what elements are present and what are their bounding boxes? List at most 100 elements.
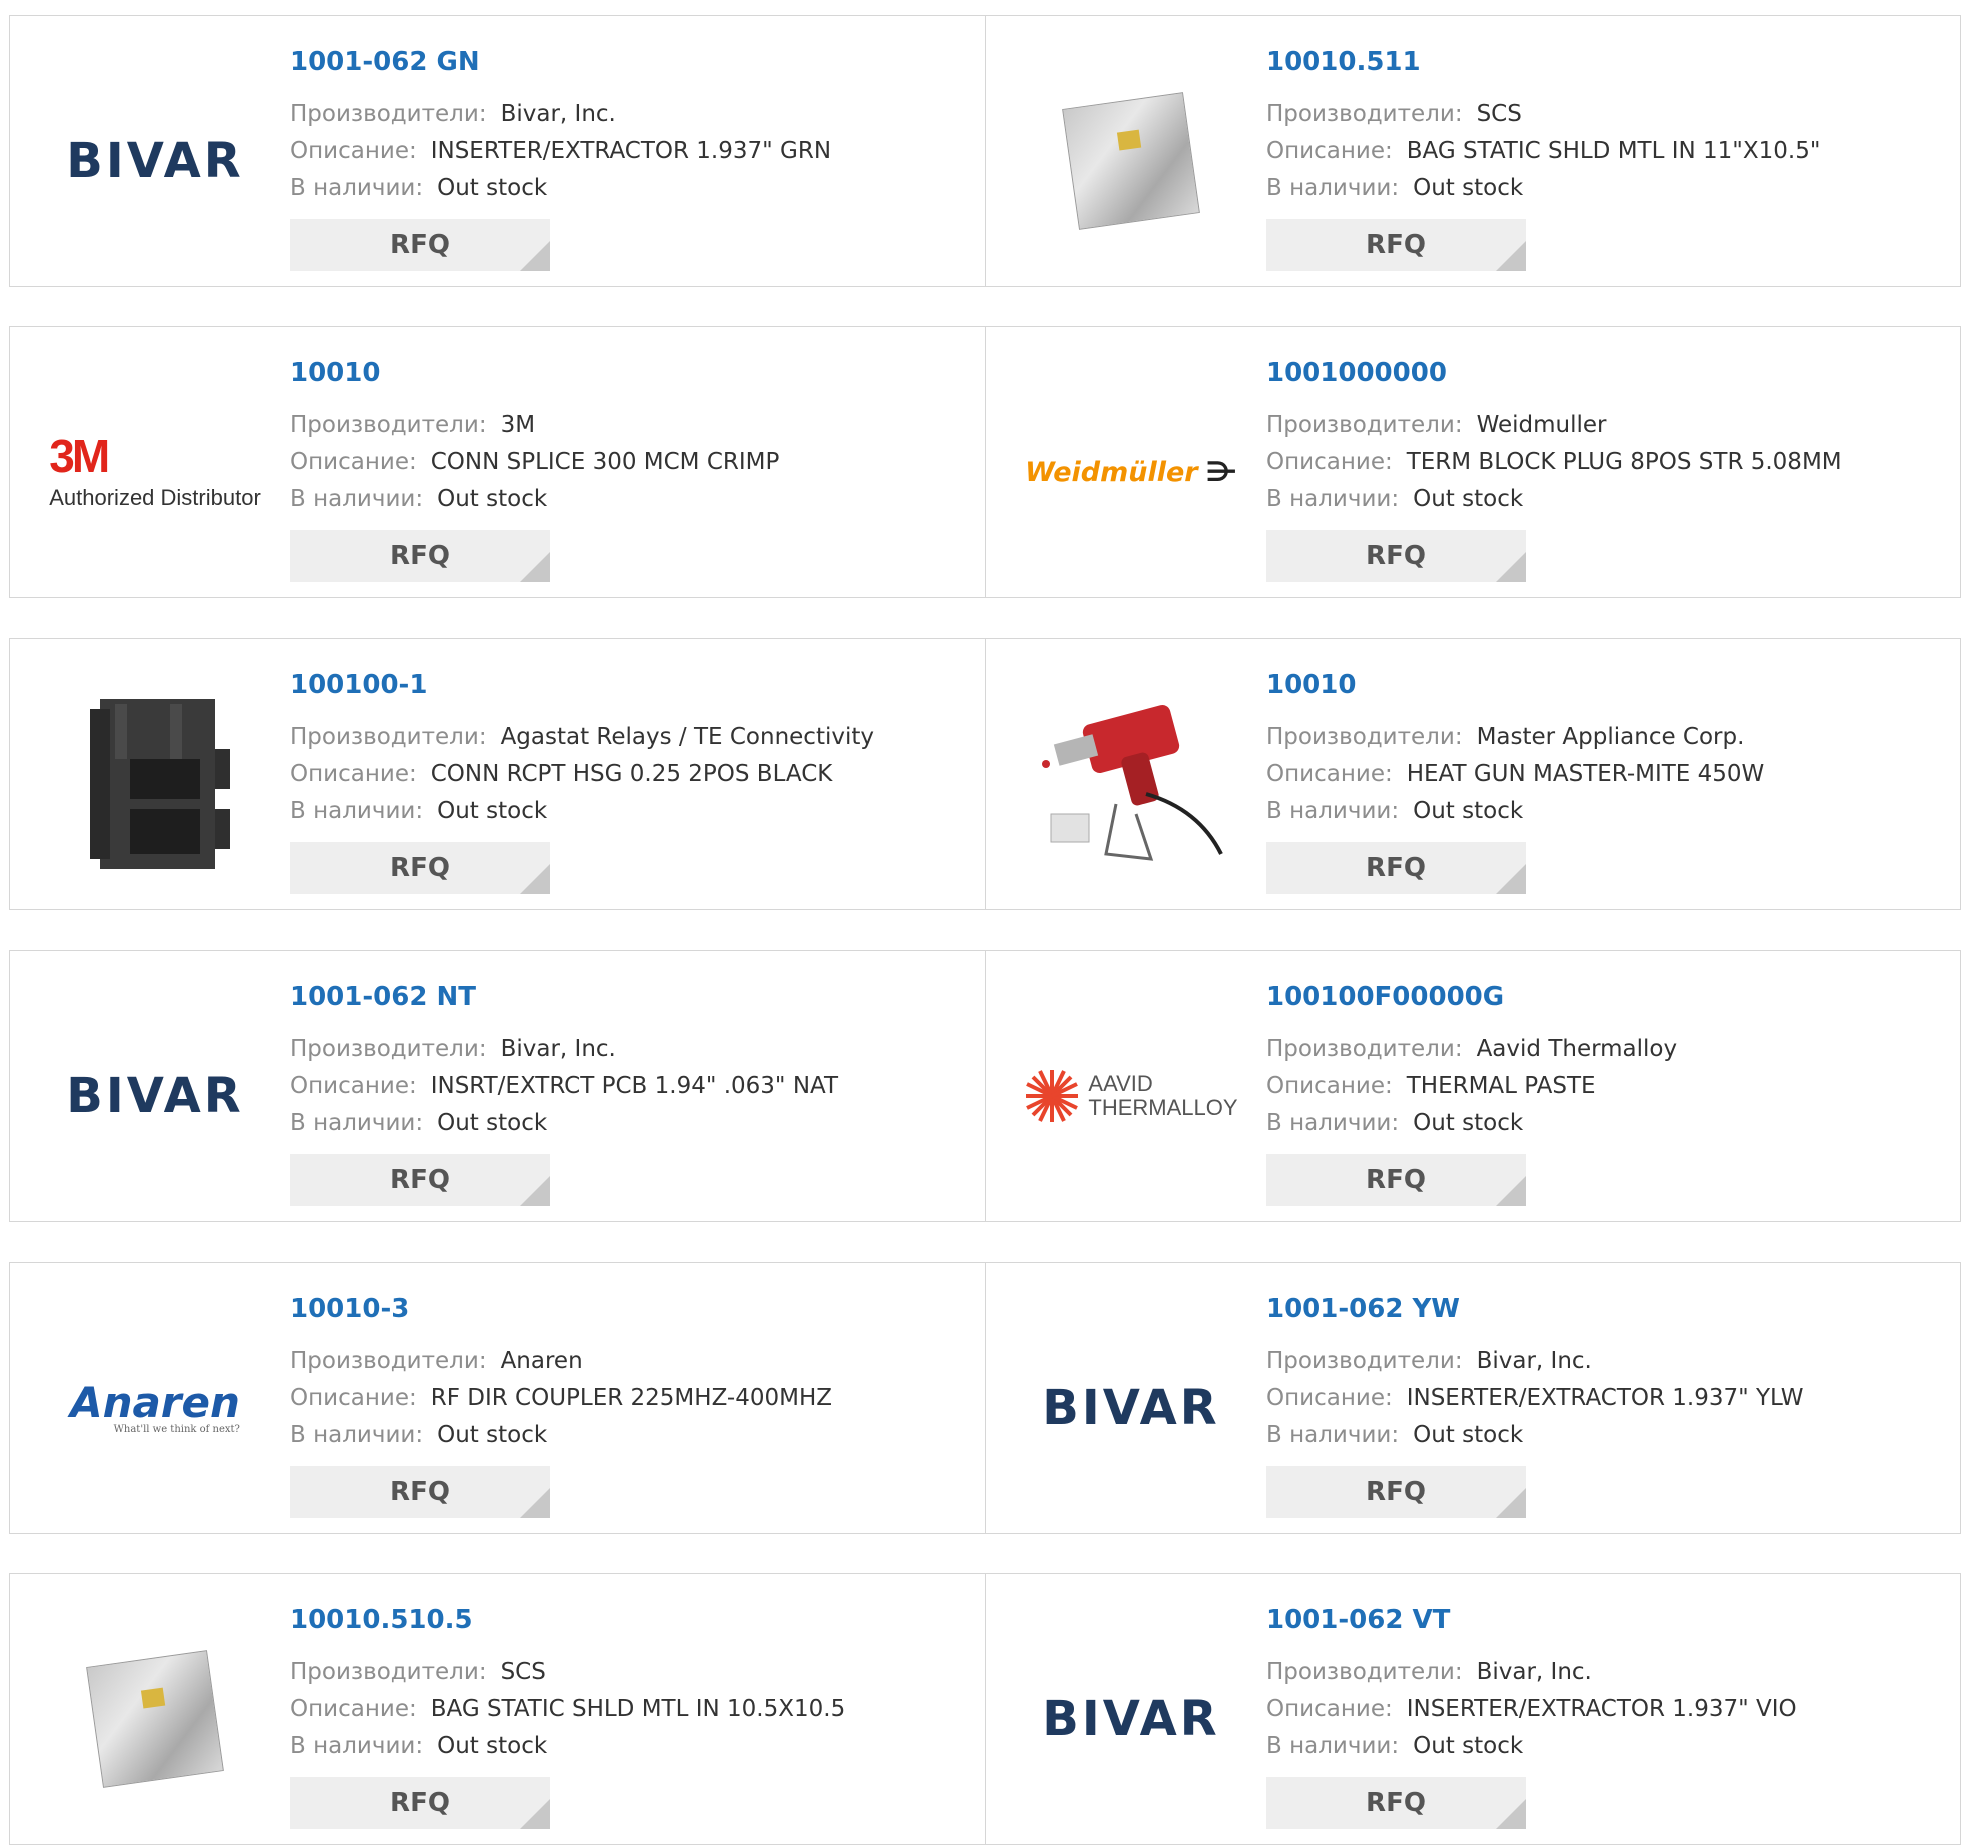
weidmuller-wordmark: Weidmüller <box>1025 456 1198 488</box>
description-value: HEAT GUN MASTER-MITE 450W <box>1406 761 1765 787</box>
product-image-aavid-logo[interactable]: AAVID THERMALLOY <box>1026 991 1238 1201</box>
aavid-logo-line1: AAVID <box>1088 1071 1153 1096</box>
bivar-logo: BIVAR <box>66 133 244 189</box>
availability-value: Out stock <box>1413 486 1524 512</box>
product-image-bivar-logo[interactable]: BIVAR <box>1026 1303 1236 1513</box>
part-number-link[interactable]: 10010 <box>1266 669 1764 701</box>
rfq-button[interactable]: RFQ <box>290 219 550 271</box>
availability-value: Out stock <box>437 486 548 512</box>
product-card: BIVAR 1001-062 VT Производители: Bivar, I… <box>985 1574 1960 1844</box>
product-image-connector[interactable] <box>50 679 260 889</box>
availability-label: В наличии: <box>1266 1110 1400 1136</box>
corner-triangle-icon <box>1496 552 1526 582</box>
rfq-button[interactable]: RFQ <box>290 842 550 894</box>
rfq-button[interactable]: RFQ <box>1266 219 1526 271</box>
product-image-bivar-logo[interactable]: BIVAR <box>1026 1614 1236 1824</box>
corner-triangle-icon <box>1496 864 1526 894</box>
bivar-logo: BIVAR <box>1042 1380 1220 1436</box>
description-label: Описание: <box>290 1696 417 1722</box>
part-number-link[interactable]: 100100F00000G <box>1266 981 1677 1013</box>
part-number-link[interactable]: 100100-1 <box>290 669 874 701</box>
rfq-button[interactable]: RFQ <box>1266 530 1526 582</box>
manufacturer-value: SCS <box>500 1659 546 1685</box>
static-bag-image <box>1062 92 1200 230</box>
corner-triangle-icon <box>520 1488 550 1518</box>
3m-logo: 3M Authorized Distributor <box>49 433 261 511</box>
rfq-button[interactable]: RFQ <box>1266 1466 1526 1518</box>
part-number-link[interactable]: 1001-062 VT <box>1266 1604 1797 1636</box>
corner-triangle-icon <box>520 1799 550 1829</box>
part-number-link[interactable]: 10010.511 <box>1266 46 1820 78</box>
availability-value: Out stock <box>437 1733 548 1759</box>
part-number-link[interactable]: 1001-062 NT <box>290 981 838 1013</box>
manufacturer-value: Bivar, Inc. <box>500 101 616 127</box>
part-number-link[interactable]: 1001-062 GN <box>290 46 831 78</box>
availability-label: В наличии: <box>1266 798 1400 824</box>
availability-label: В наличии: <box>290 1110 424 1136</box>
rfq-button[interactable]: RFQ <box>1266 842 1526 894</box>
part-number-link[interactable]: 10010-3 <box>290 1293 832 1325</box>
rfq-button[interactable]: RFQ <box>290 1154 550 1206</box>
manufacturer-label: Производители: <box>290 1348 487 1374</box>
corner-triangle-icon <box>1496 1488 1526 1518</box>
availability-value: Out stock <box>437 175 548 201</box>
weidmuller-mark-icon: ⋺ <box>1205 456 1237 488</box>
availability-label: В наличии: <box>1266 1733 1400 1759</box>
availability-label: В наличии: <box>290 1733 424 1759</box>
product-image-static-bag[interactable] <box>50 1614 260 1824</box>
manufacturer-label: Производители: <box>1266 1659 1463 1685</box>
availability-value: Out stock <box>437 1110 548 1136</box>
product-card: 10010 Производители: Master Appliance Cor… <box>985 639 1960 909</box>
rfq-label: RFQ <box>390 1788 450 1818</box>
product-image-3m-logo[interactable]: 3M Authorized Distributor <box>49 367 261 577</box>
part-number-link[interactable]: 1001-062 YW <box>1266 1293 1804 1325</box>
rfq-label: RFQ <box>1366 1477 1426 1507</box>
aavid-logo-line2: THERMALLOY <box>1088 1095 1238 1120</box>
manufacturer-value: Weidmuller <box>1476 412 1607 438</box>
corner-triangle-icon <box>520 1176 550 1206</box>
rfq-button[interactable]: RFQ <box>290 530 550 582</box>
rfq-button[interactable]: RFQ <box>290 1466 550 1518</box>
product-row: Anaren What'll we think of next? 10010-3… <box>9 1262 1961 1534</box>
description-label: Описание: <box>290 449 417 475</box>
manufacturer-label: Производители: <box>1266 724 1463 750</box>
manufacturer-label: Производители: <box>1266 412 1463 438</box>
description-value: BAG STATIC SHLD MTL IN 10.5X10.5 <box>430 1696 846 1722</box>
description-label: Описание: <box>290 138 417 164</box>
product-image-weidmuller-logo[interactable]: Weidmüller ⋺ <box>1025 367 1237 577</box>
product-image-bivar-logo[interactable]: BIVAR <box>50 991 260 1201</box>
corner-triangle-icon <box>1496 241 1526 271</box>
part-number-link[interactable]: 10010 <box>290 357 779 389</box>
product-card: 10010.510.5 Производители: SCS Описание: B… <box>10 1574 985 1844</box>
rfq-button[interactable]: RFQ <box>1266 1777 1526 1829</box>
manufacturer-value: Master Appliance Corp. <box>1476 724 1745 750</box>
description-value: RF DIR COUPLER 225MHZ-400MHZ <box>430 1385 833 1411</box>
anaren-wordmark: Anaren <box>70 1377 240 1427</box>
product-image-static-bag[interactable] <box>1026 56 1236 266</box>
availability-value: Out stock <box>1413 1422 1524 1448</box>
rfq-label: RFQ <box>390 230 450 260</box>
description-value: BAG STATIC SHLD MTL IN 11"X10.5" <box>1406 138 1821 164</box>
rfq-label: RFQ <box>1366 541 1426 571</box>
description-value: TERM BLOCK PLUG 8POS STR 5.08MM <box>1406 449 1842 475</box>
product-image-anaren-logo[interactable]: Anaren What'll we think of next? <box>50 1303 260 1513</box>
product-card: Anaren What'll we think of next? 10010-3… <box>10 1263 985 1533</box>
description-label: Описание: <box>1266 1073 1393 1099</box>
manufacturer-label: Производители: <box>290 101 487 127</box>
description-value: INSERTER/EXTRACTOR 1.937" GRN <box>430 138 832 164</box>
product-image-bivar-logo[interactable]: BIVAR <box>50 56 260 266</box>
manufacturer-label: Производители: <box>290 1659 487 1685</box>
part-number-link[interactable]: 1001000000 <box>1266 357 1842 389</box>
rfq-button[interactable]: RFQ <box>1266 1154 1526 1206</box>
manufacturer-value: Bivar, Inc. <box>1476 1659 1592 1685</box>
rfq-button[interactable]: RFQ <box>290 1777 550 1829</box>
description-label: Описание: <box>1266 1696 1393 1722</box>
description-value: THERMAL PASTE <box>1406 1073 1596 1099</box>
description-value: CONN SPLICE 300 MCM CRIMP <box>430 449 780 475</box>
corner-triangle-icon <box>520 241 550 271</box>
part-number-link[interactable]: 10010.510.5 <box>290 1604 845 1636</box>
rfq-label: RFQ <box>1366 1788 1426 1818</box>
rfq-label: RFQ <box>1366 1165 1426 1195</box>
product-image-heat-gun[interactable] <box>1026 679 1236 889</box>
manufacturer-value: 3M <box>500 412 536 438</box>
